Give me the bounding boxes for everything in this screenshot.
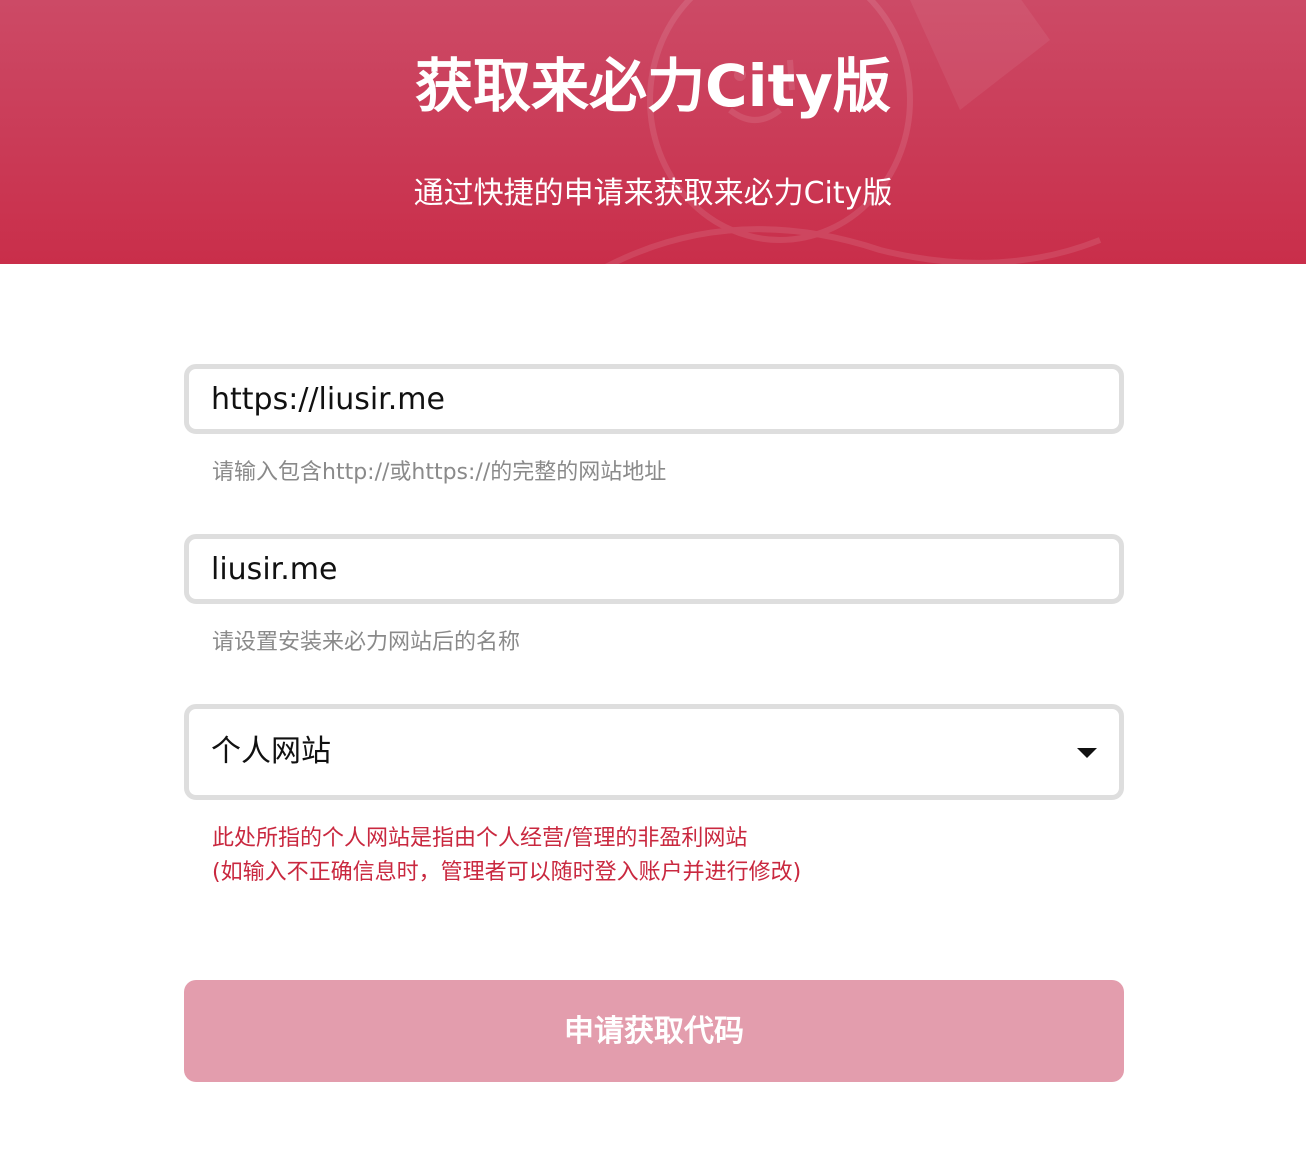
mascot-illustration [605, 0, 1102, 264]
website-url-field[interactable] [184, 364, 1124, 434]
site-type-select[interactable]: 个人网站 [184, 704, 1124, 800]
website-name-field[interactable] [184, 534, 1124, 604]
page-subtitle: 通过快捷的申请来获取来必力City版 [413, 176, 893, 211]
website-name-hint: 请设置安装来必力网站后的名称 [212, 630, 521, 655]
website-name-input[interactable] [189, 539, 1119, 599]
site-type-hint-line1: 此处所指的个人网站是指由个人经营/管理的非盈利网站 [212, 826, 748, 851]
caret-down-icon [1077, 748, 1097, 758]
site-type-hint-line2: (如输入不正确信息时，管理者可以随时登入账户并进行修改) [212, 860, 802, 885]
site-type-selected-value: 个人网站 [211, 734, 331, 769]
request-code-button[interactable]: 申请获取代码 [184, 980, 1124, 1082]
page-title: 获取来必力City版 [415, 52, 891, 120]
website-url-input[interactable] [189, 369, 1119, 429]
website-url-hint: 请输入包含http://或https://的完整的网站地址 [212, 460, 667, 485]
header-banner: 获取来必力City版 通过快捷的申请来获取来必力City版 [0, 0, 1306, 264]
